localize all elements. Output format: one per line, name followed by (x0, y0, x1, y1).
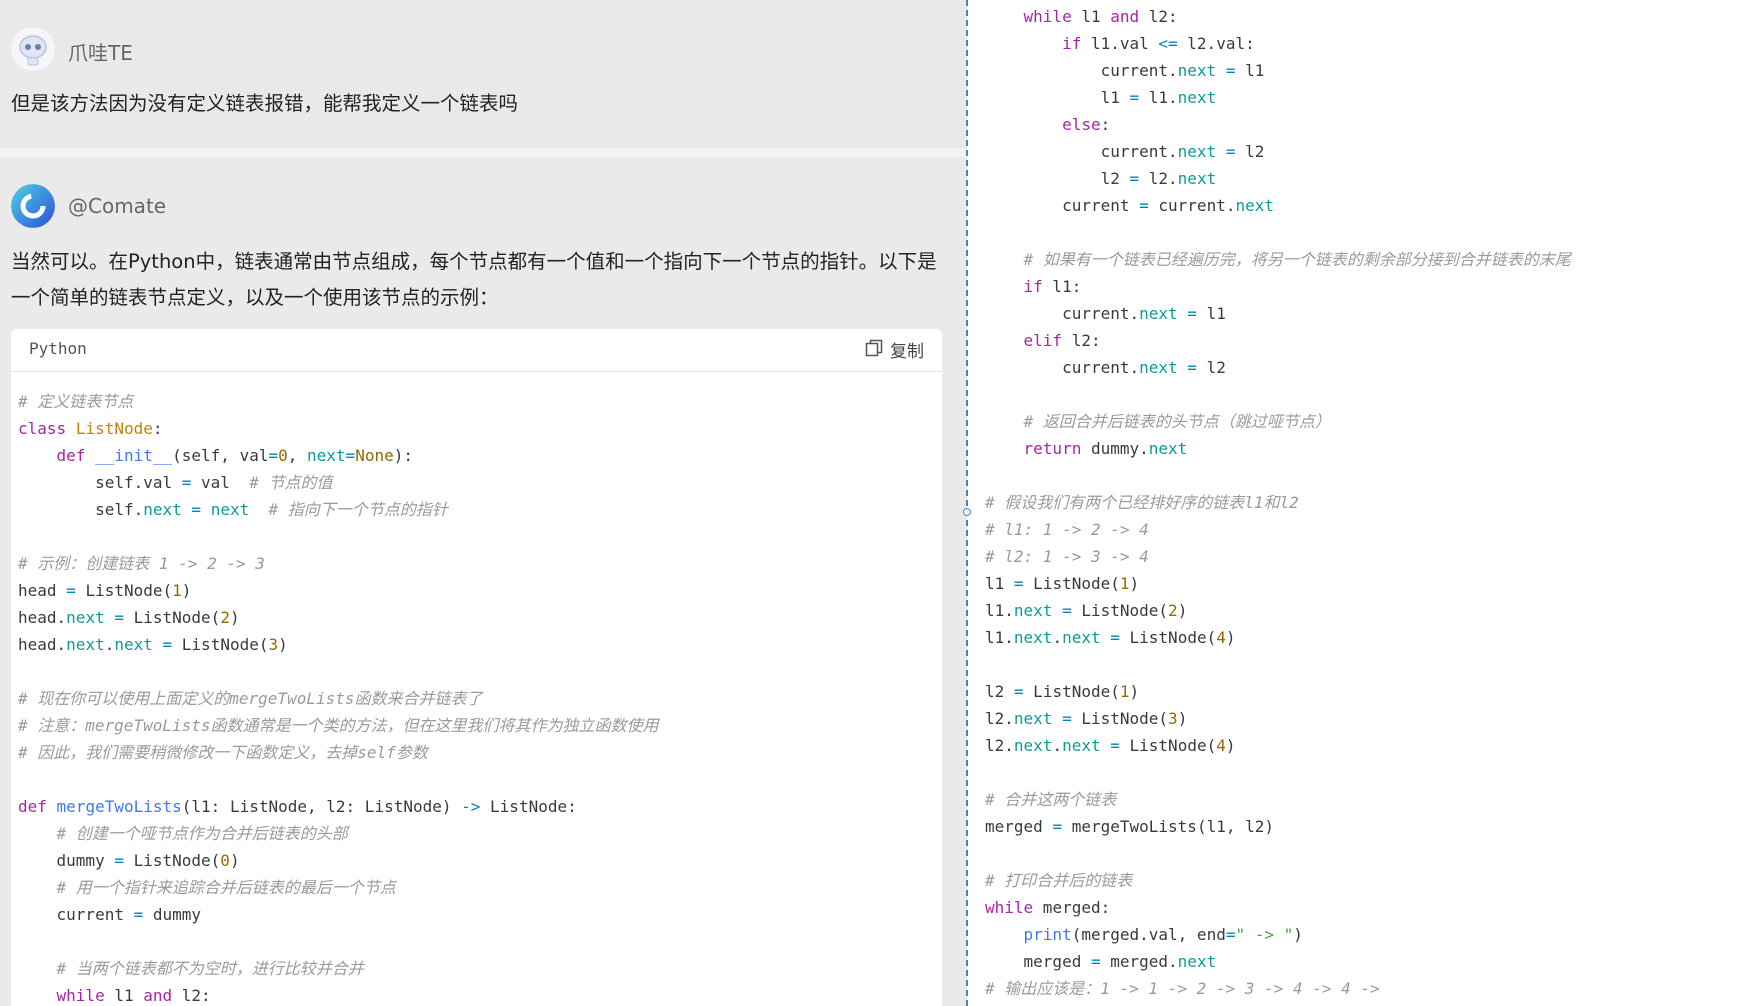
copy-button-label: 复制 (890, 342, 924, 362)
user-name: 爪哇TE (68, 41, 133, 65)
code-content-right: while l1 and l2: if l1.val <= l2.val: cu… (985, 7, 1571, 998)
code-content-left: # 定义链表节点 class ListNode: def __init__(se… (18, 392, 659, 1005)
bot-message-line-2: 一个简单的链表节点定义，以及一个使用该节点的示例： (11, 286, 499, 309)
copy-button[interactable]: 复制 (864, 337, 924, 362)
bot-name: @Comate (68, 194, 167, 218)
panel-splitter[interactable] (966, 0, 968, 1006)
copy-icon (864, 338, 884, 362)
splitter-handle[interactable] (963, 508, 971, 516)
chat-panel: 爪哇TE 但是该方法因为没有定义链表报错，能帮我定义一个链表吗 @Comate … (0, 0, 967, 1006)
user-message-text: 但是该方法因为没有定义链表报错，能帮我定义一个链表吗 (11, 92, 519, 115)
code-language-label: Python (29, 339, 87, 358)
user-message: 爪哇TE 但是该方法因为没有定义链表报错，能帮我定义一个链表吗 (0, 0, 967, 148)
bot-message-line-1: 当然可以。在Python中，链表通常由节点组成，每个节点都有一个值和一个指向下一… (11, 250, 937, 273)
code-block-header: Python 复制 (11, 329, 942, 372)
message-divider (0, 148, 967, 157)
comate-logo-icon (11, 184, 55, 228)
user-avatar-icon (11, 27, 55, 71)
